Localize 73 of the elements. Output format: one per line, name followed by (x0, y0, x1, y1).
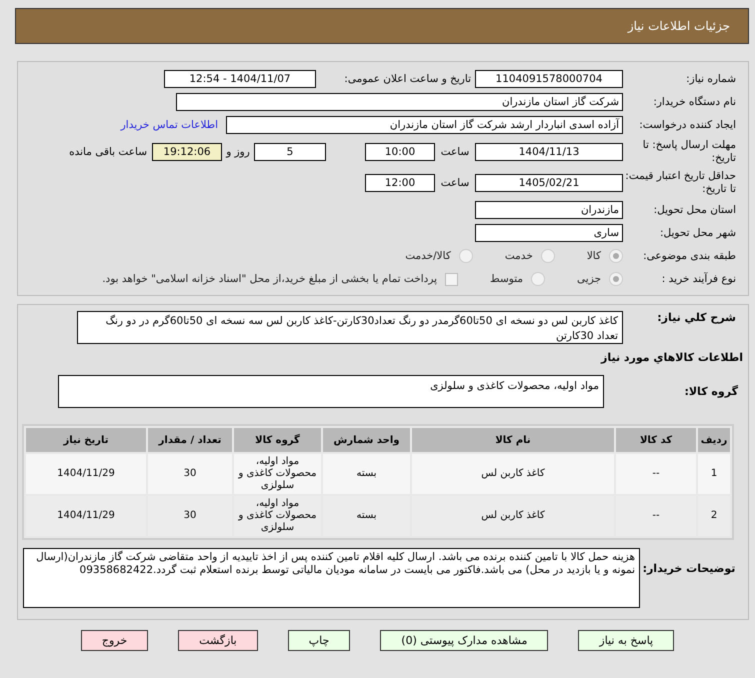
action-button[interactable]: چاپ (288, 630, 350, 651)
buyer-notes-field: هزینه حمل کالا با تامین کننده برنده می باشد. ارسال کلیه اقلام تامین کننده پس از اخذ تاییدیه از واحد متقاضی شرکت گاز مازندران(ارسال نمونه و یا بازدید در محل) می باشد.فاکتور می بایست در سامانه مودیان مالیاتی توسط برنده استعلام ثبت گردد.09358682422 (23, 548, 640, 608)
requester-field: آزاده اسدی انباردار ارشد شرکت گاز استان مازندران (226, 116, 623, 134)
column-header: نام کالا (412, 428, 614, 452)
radio-button[interactable] (540, 249, 555, 263)
table-cell: 30 (148, 454, 232, 494)
action-button[interactable]: خروج (80, 630, 148, 651)
field-label: نوع فرآیند خرید : (660, 273, 737, 285)
field-label: شرح كلي نياز: (656, 311, 737, 324)
goods-group-field: مواد اولیه، محصولات کاغذی و سلولزی (58, 375, 604, 408)
checkbox[interactable] (445, 272, 458, 286)
field-label: تاریخ و ساعت اعلان عمومی: (343, 73, 472, 85)
field-label: مهلت ارسال پاسخ: تا تاریخ: (642, 139, 737, 165)
action-button[interactable]: مشاهده مدارک پیوستی (0) (380, 630, 548, 651)
radio-button[interactable] (609, 272, 623, 286)
column-header: تعداد / مقدار (148, 428, 232, 452)
buyer-field: شرکت گاز استان مازندران (176, 93, 623, 111)
option-label: کالا (586, 250, 601, 262)
table-cell: بسته (323, 454, 410, 494)
table-cell: مواد اولیه، محصولات کاغذی و سلولزی (234, 454, 321, 494)
field-label: گروه کالا: (683, 384, 739, 398)
option-label: پرداخت تمام یا بخشی از مبلغ خرید،از محل "اسناد خزانه اسلامی" خواهد بود. (102, 273, 438, 285)
option-label: خدمت (504, 250, 533, 262)
column-header: ردیف (698, 428, 730, 452)
column-header: کد کالا (616, 428, 696, 452)
validity-date-field: 1405/02/21 (475, 174, 623, 192)
remaining-time-field: 19:12:06 (152, 143, 222, 161)
column-header: تاریخ نیاز (26, 428, 146, 452)
radio-button[interactable] (531, 272, 546, 286)
province-field: مازندران (475, 201, 623, 219)
remaining-label: ساعت باقی مانده (69, 146, 148, 158)
table-cell: 2 (698, 496, 730, 536)
section-title: اطلاعات كالاهاي مورد نياز (600, 350, 744, 366)
need-number-field: 1104091578000704 (475, 70, 623, 88)
column-header: گروه کالا (234, 428, 321, 452)
action-button[interactable]: بازگشت (178, 630, 258, 651)
option-label: کالا/خدمت (405, 250, 451, 262)
page-title: جزئیات اطلاعات نیاز (628, 19, 730, 33)
table-cell: -- (616, 454, 696, 494)
time-label: ساعت (440, 146, 470, 158)
days-field: 5 (254, 143, 326, 161)
table-cell: کاغذ کاربن لس (412, 454, 614, 494)
table-cell: -- (616, 496, 696, 536)
deadline-time-field: 10:00 (365, 143, 435, 161)
time-label: ساعت (440, 177, 470, 189)
field-label: حداقل تاریخ اعتبار قیمت: تا تاریخ: (624, 170, 737, 196)
field-label: شماره نیاز: (685, 73, 737, 85)
field-label: طبقه بندی موضوعی: (642, 250, 737, 262)
column-header: واحد شمارش (323, 428, 410, 452)
buyer-contact-link[interactable]: اطلاعات تماس خریدار (120, 119, 218, 131)
description-field: کاغذ کاربن لس دو نسخه ای 50تا60گرمدر دو رنگ تعداد30کارتن-کاغذ کاربن لس سه نسخه ای 50تا60گرم در دو رنگ تعداد 30کارتن (77, 311, 623, 344)
table-cell: 1 (698, 454, 730, 494)
field-label: توضیحات خریدار: (642, 561, 736, 575)
validity-time-field: 12:00 (365, 174, 435, 192)
option-label: جزیی (577, 273, 601, 285)
days-label: روز و (224, 146, 251, 158)
action-button[interactable]: پاسخ به نیاز (578, 630, 674, 651)
table-cell: بسته (323, 496, 410, 536)
radio-button[interactable] (458, 249, 473, 263)
option-label: متوسط (490, 273, 524, 285)
field-label: نام دستگاه خریدار: (652, 96, 737, 108)
deadline-date-field: 1404/11/13 (475, 143, 623, 161)
field-label: استان محل تحویل: (652, 204, 737, 216)
city-field: ساری (475, 224, 623, 242)
table-cell: 30 (148, 496, 232, 536)
table-cell: کاغذ کاربن لس (412, 496, 614, 536)
field-label: شهر محل تحویل: (659, 227, 737, 239)
announce-date-field: 1404/11/07 - 12:54 (164, 70, 316, 88)
table-cell: 1404/11/29 (26, 454, 146, 494)
table-cell: 1404/11/29 (26, 496, 146, 536)
field-label: ایجاد کننده درخواست: (638, 119, 737, 131)
radio-button[interactable] (609, 249, 623, 263)
table-cell: مواد اولیه، محصولات کاغذی و سلولزی (234, 496, 321, 536)
